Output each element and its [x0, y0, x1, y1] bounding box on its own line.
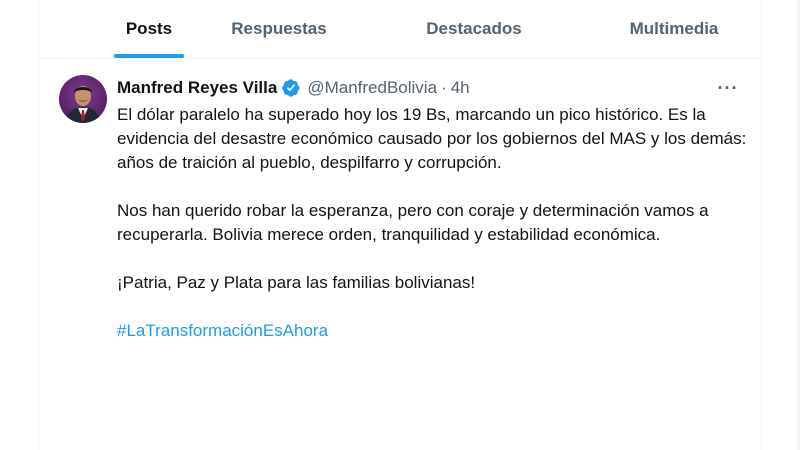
tab-destacados[interactable]: Destacados: [409, 0, 539, 58]
tab-posts[interactable]: Posts: [79, 0, 219, 58]
tab-multimedia[interactable]: Multimedia: [609, 0, 739, 58]
more-options-icon[interactable]: ···: [713, 73, 743, 103]
verified-badge-icon[interactable]: [281, 78, 301, 98]
tab-respuestas[interactable]: Respuestas: [219, 0, 339, 58]
active-tab-indicator: [114, 54, 184, 58]
profile-tabs: Posts Respuestas Destacados Multimedia: [39, 0, 761, 59]
tweet-header: Manfred Reyes Villa @ManfredBolivia · 4h: [117, 77, 470, 99]
tweet-timestamp[interactable]: 4h: [451, 78, 470, 98]
author-name[interactable]: Manfred Reyes Villa: [117, 78, 277, 98]
avatar[interactable]: [59, 75, 107, 123]
tab-multimedia-label: Multimedia: [629, 19, 719, 38]
hashtag-link[interactable]: #LaTransformaciónEsAhora: [117, 321, 328, 340]
author-handle[interactable]: @ManfredBolivia: [307, 78, 437, 98]
tab-respuestas-label: Respuestas: [231, 19, 327, 38]
tweet-paragraph: Nos han querido robar la esperanza, pero…: [117, 201, 709, 244]
profile-timeline: Posts Respuestas Destacados Multimedia M…: [38, 0, 762, 450]
tweet-paragraph: ¡Patria, Paz y Plata para las familias b…: [117, 273, 476, 292]
tweet-text: El dólar paralelo ha superado hoy los 19…: [117, 103, 747, 367]
tab-destacados-label: Destacados: [426, 19, 522, 38]
avatar-portrait-icon: [65, 86, 101, 123]
tab-posts-label: Posts: [125, 19, 173, 38]
tweet-paragraph: El dólar paralelo ha superado hoy los 19…: [117, 105, 747, 172]
header-separator: ·: [441, 78, 447, 97]
